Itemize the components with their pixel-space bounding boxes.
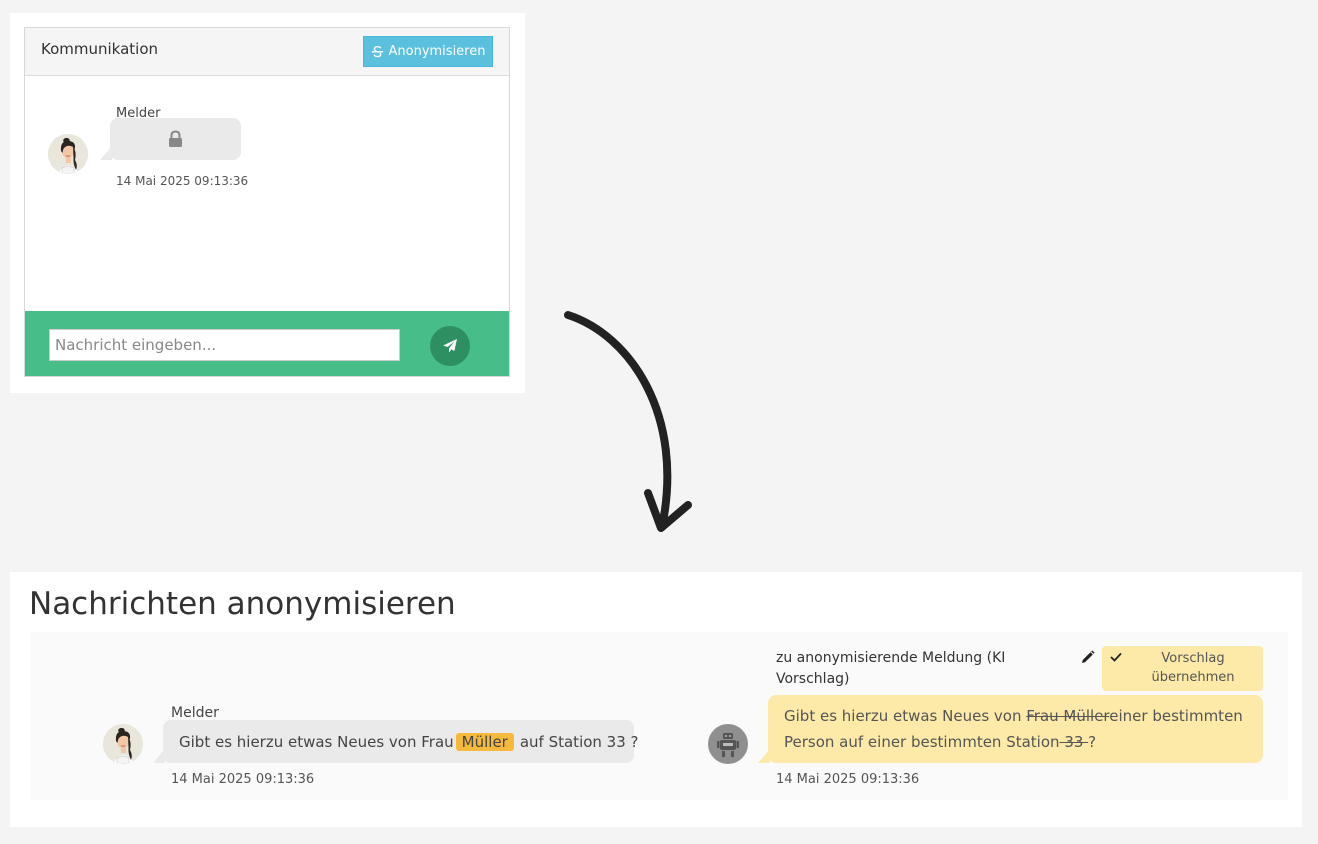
transition-arrow-icon: [564, 311, 692, 532]
check-icon: [1110, 652, 1122, 662]
anonymize-button[interactable]: Anonymisieren: [363, 36, 493, 67]
suggestion-text-1: Gibt es hierzu etwas Neues von: [784, 707, 1027, 725]
original-text-after: auf Station 33 ?: [519, 732, 639, 751]
panel-title: Kommunikation: [41, 40, 159, 58]
original-avatar: [103, 724, 143, 764]
message-input[interactable]: [49, 329, 400, 361]
locked-message-bubble: [100, 118, 241, 160]
suggestion-text-3: ?: [1088, 733, 1097, 751]
robot-icon: [708, 724, 748, 764]
original-timestamp: 14 Mai 2025 09:13:36: [171, 772, 315, 787]
anonymize-messages-card: Nachrichten anonymisieren Melder Gibt es…: [10, 572, 1302, 827]
paper-plane-icon: [443, 339, 457, 353]
avatar: [48, 134, 88, 174]
ki-suggestion-label: zu anonymisierende Meldung (KI Vorschlag…: [776, 650, 1006, 687]
comparison-area: Melder Gibt es hierzu etwas Neues von Fr…: [30, 632, 1288, 800]
communication-panel: Kommunikation Anonymisieren Melder 14 Ma…: [24, 27, 510, 377]
original-message-bubble: Gibt es hierzu etwas Neues von Frau Müll…: [153, 720, 639, 763]
original-text-before: Gibt es hierzu etwas Neues von Frau: [179, 732, 454, 751]
anonymize-button-label: Anonymisieren: [388, 44, 486, 59]
panel-header: Kommunikation Anonymisieren: [25, 28, 509, 76]
suggestion-message-bubble: Gibt es hierzu etwas Neues von Frau Müll…: [758, 695, 1263, 763]
accept-suggestion-button[interactable]: Vorschlag übernehmen: [1102, 646, 1263, 691]
communication-card: Kommunikation Anonymisieren Melder 14 Ma…: [10, 13, 525, 393]
strikethrough-icon: [371, 45, 383, 58]
message-input-bar: [25, 311, 509, 376]
suggestion-timestamp: 14 Mai 2025 09:13:36: [776, 772, 920, 787]
message-timestamp: 14 Mai 2025 09:13:36: [116, 174, 249, 188]
accept-suggestion-label: Vorschlag übernehmen: [1151, 651, 1235, 685]
removed-name: Frau Müller: [1026, 707, 1110, 725]
pencil-icon[interactable]: [1080, 650, 1095, 665]
lock-icon: [169, 130, 182, 147]
removed-station-number: 33: [1059, 733, 1089, 751]
original-sender-label: Melder: [171, 705, 219, 721]
highlighted-name: Müller: [455, 732, 514, 751]
page-title: Nachrichten anonymisieren: [29, 586, 456, 622]
send-button[interactable]: [430, 326, 470, 366]
